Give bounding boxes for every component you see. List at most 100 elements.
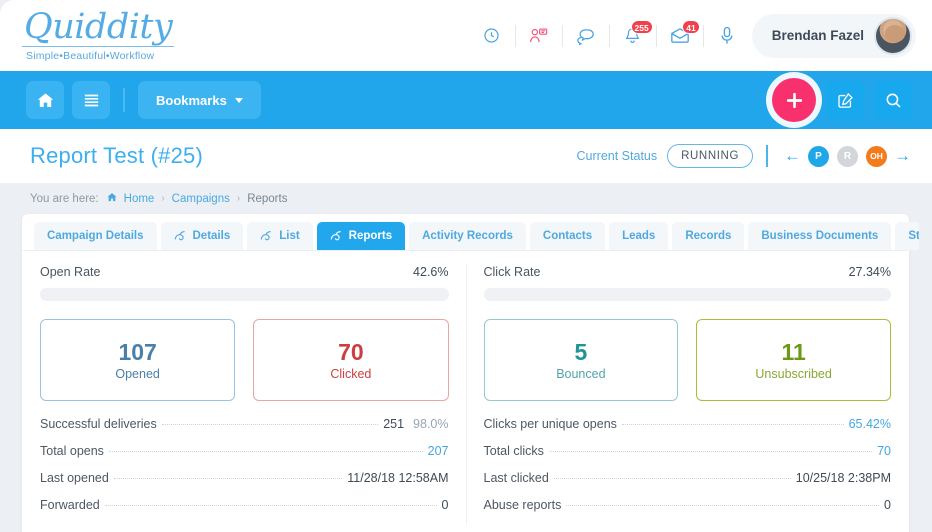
snail-icon bbox=[330, 230, 343, 243]
status-controls: Current Status RUNNING ← P R OH → bbox=[577, 144, 932, 168]
leader-dots bbox=[621, 424, 844, 425]
row-label: Forwarded bbox=[40, 498, 100, 512]
nav-divider bbox=[123, 88, 125, 112]
right-stat-rows: Clicks per unique opens 65.42% Total cli… bbox=[484, 417, 892, 525]
page-scrollbar[interactable] bbox=[919, 183, 932, 532]
tab-contacts[interactable]: Contacts bbox=[529, 222, 606, 250]
status-divider bbox=[766, 145, 768, 167]
right-stat-cards: 5 Bounced 11 Unsubscribed bbox=[483, 301, 891, 401]
snail-icon bbox=[174, 230, 187, 243]
open-rate-label: Open Rate bbox=[40, 265, 101, 279]
mail-badge: 41 bbox=[682, 19, 700, 34]
tab-activity-records[interactable]: Activity Records bbox=[409, 222, 526, 250]
compose-button[interactable] bbox=[826, 81, 864, 119]
prev-arrow-icon[interactable]: ← bbox=[781, 146, 804, 166]
tab-label: Records bbox=[685, 230, 732, 242]
tab-list[interactable]: List bbox=[247, 222, 313, 250]
nav-home-button[interactable] bbox=[26, 81, 64, 119]
nav-right-actions bbox=[772, 78, 932, 122]
left-stat-cards: 107 Opened 70 Clicked bbox=[40, 301, 449, 401]
chat-icon[interactable] bbox=[573, 21, 599, 51]
table-row: Last clicked 10/25/18 2:38PM bbox=[484, 471, 892, 498]
mail-icon[interactable]: 41 bbox=[667, 19, 700, 51]
header-divider bbox=[514, 24, 516, 47]
clock-icon[interactable] bbox=[479, 21, 505, 51]
row-label: Last clicked bbox=[483, 471, 549, 485]
tab-details[interactable]: Details bbox=[160, 222, 244, 250]
stage-pill-r[interactable]: R bbox=[837, 145, 858, 167]
row-value[interactable]: 207 bbox=[428, 444, 449, 458]
breadcrumb-item-campaigns[interactable]: Campaigns bbox=[172, 193, 230, 205]
app-window: Quiddity Simple•Beautiful•Workflow 255 4… bbox=[0, 0, 932, 532]
row-extra: 98.0% bbox=[413, 417, 449, 431]
breadcrumb-prefix: You are here: bbox=[30, 192, 99, 205]
brand-logo[interactable]: Quiddity Simple•Beautiful•Workflow bbox=[22, 7, 175, 62]
tab-label: Activity Records bbox=[422, 230, 513, 242]
row-value: 11/28/18 12:58AM bbox=[347, 471, 449, 485]
header-divider bbox=[561, 24, 563, 47]
report-right-column: Click Rate 27.34% 5 Bounced 11 Unsubscri… bbox=[465, 265, 892, 525]
stage-pill-oh[interactable]: OH bbox=[866, 145, 887, 167]
click-rate-label: Click Rate bbox=[483, 265, 541, 279]
click-rate-value: 27.34% bbox=[848, 265, 891, 279]
tab-records[interactable]: Records bbox=[672, 222, 745, 250]
tab-label: Campaign Details bbox=[47, 230, 144, 242]
brand-tagline: Simple•Beautiful•Workflow bbox=[26, 50, 155, 62]
table-row: Total clicks 70 bbox=[484, 444, 892, 471]
tab-label: Reports bbox=[348, 230, 393, 242]
breadcrumb-item-home[interactable]: Home bbox=[124, 193, 155, 205]
leader-dots bbox=[113, 478, 343, 479]
leader-dots bbox=[161, 424, 379, 425]
stat-label: Clicked bbox=[330, 367, 372, 381]
bookmarks-dropdown[interactable]: Bookmarks bbox=[138, 81, 261, 119]
stat-card-unsubscribed[interactable]: 11 Unsubscribed bbox=[696, 319, 891, 401]
snail-icon bbox=[260, 230, 273, 243]
row-value[interactable]: 65.42% bbox=[849, 417, 891, 431]
tab-business-documents[interactable]: Business Documents bbox=[748, 222, 892, 250]
row-label: Successful deliveries bbox=[40, 417, 157, 431]
tab-reports[interactable]: Reports bbox=[316, 222, 406, 250]
tab-leads[interactable]: Leads bbox=[609, 222, 669, 250]
breadcrumb-item-reports: Reports bbox=[247, 192, 288, 205]
stage-pill-p[interactable]: P bbox=[808, 145, 829, 167]
report-card: Campaign Details Details List Reports Ac… bbox=[22, 214, 932, 532]
header-actions: 255 41 Brendan Fazel bbox=[479, 0, 932, 71]
table-row: Successful deliveries 251 98.0% bbox=[40, 417, 449, 444]
tab-campaign-details[interactable]: Campaign Details bbox=[34, 222, 157, 250]
row-value: 0 bbox=[441, 498, 449, 512]
table-row: Last opened 11/28/18 12:58AM bbox=[40, 471, 449, 498]
left-stat-rows: Successful deliveries 251 98.0% Total op… bbox=[40, 417, 449, 525]
stat-label: Opened bbox=[115, 367, 160, 381]
leader-dots bbox=[104, 505, 437, 506]
stat-card-clicked[interactable]: 70 Clicked bbox=[253, 319, 449, 401]
header-divider bbox=[655, 24, 657, 47]
row-label: Clicks per unique opens bbox=[483, 417, 617, 431]
row-label: Total opens bbox=[40, 444, 104, 458]
report-body: Open Rate 42.6% 107 Opened 70 Clicked Su… bbox=[22, 251, 909, 525]
leader-dots bbox=[108, 451, 423, 452]
stat-card-bounced[interactable]: 5 Bounced bbox=[483, 319, 679, 401]
status-badge[interactable]: RUNNING bbox=[667, 144, 753, 168]
breadcrumb-separator: › bbox=[236, 193, 241, 204]
user-menu[interactable]: Brendan Fazel bbox=[751, 13, 916, 58]
home-icon bbox=[107, 192, 117, 205]
tab-label: Details bbox=[192, 230, 231, 242]
contact-message-icon[interactable] bbox=[526, 21, 552, 51]
click-rate-progress bbox=[483, 288, 891, 301]
table-row: Abuse reports 0 bbox=[484, 498, 892, 525]
add-button[interactable] bbox=[772, 78, 816, 122]
stat-card-opened[interactable]: 107 Opened bbox=[40, 319, 236, 401]
microphone-icon[interactable] bbox=[714, 21, 740, 51]
table-row: Total opens 207 bbox=[40, 444, 449, 471]
tab-label: Business Documents bbox=[761, 230, 879, 242]
brand-name: Quiddity bbox=[22, 7, 175, 47]
search-button[interactable] bbox=[874, 81, 912, 119]
open-rate-row: Open Rate 42.6% bbox=[40, 265, 449, 279]
row-value[interactable]: 70 bbox=[877, 444, 891, 458]
bell-icon[interactable]: 255 bbox=[620, 19, 653, 51]
open-rate-value: 42.6% bbox=[413, 265, 449, 279]
stat-number: 107 bbox=[118, 339, 157, 365]
next-arrow-icon[interactable]: → bbox=[891, 146, 914, 166]
page-title: Report Test (#25) bbox=[30, 143, 203, 168]
nav-menu-button[interactable] bbox=[72, 81, 110, 119]
